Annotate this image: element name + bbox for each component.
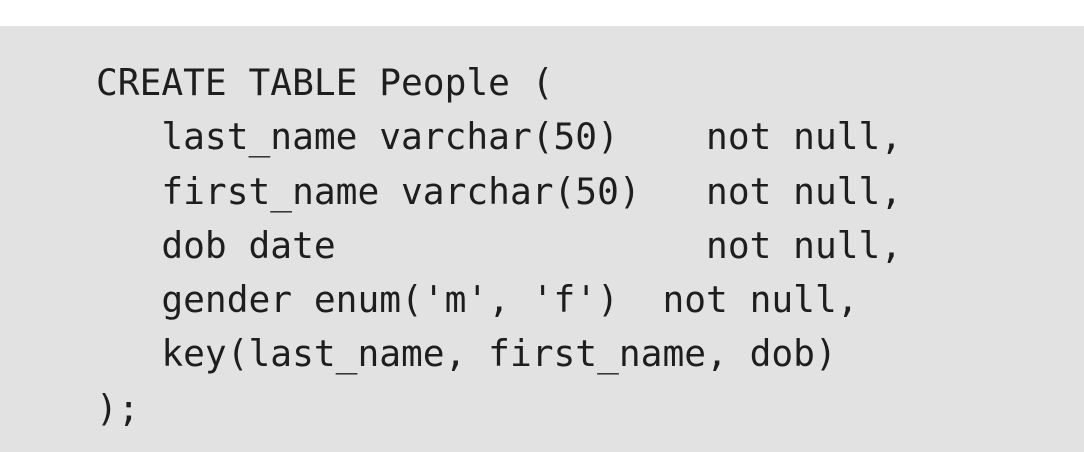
code-line-gender: gender enum('m', 'f') not null, xyxy=(96,278,859,322)
code-line-first-name: first_name varchar(50) not null, xyxy=(96,169,903,213)
sql-code: CREATE TABLE People ( last_name varchar(… xyxy=(96,56,902,436)
code-block: CREATE TABLE People ( last_name varchar(… xyxy=(0,26,1084,452)
code-line-dob: dob date not null, xyxy=(96,223,903,267)
code-line-key: key(last_name, first_name, dob) xyxy=(96,332,837,376)
code-line-create-table: CREATE TABLE People ( xyxy=(96,61,554,104)
code-line-close: ); xyxy=(96,386,140,430)
code-line-last-name: last_name varchar(50) not null, xyxy=(96,115,903,159)
